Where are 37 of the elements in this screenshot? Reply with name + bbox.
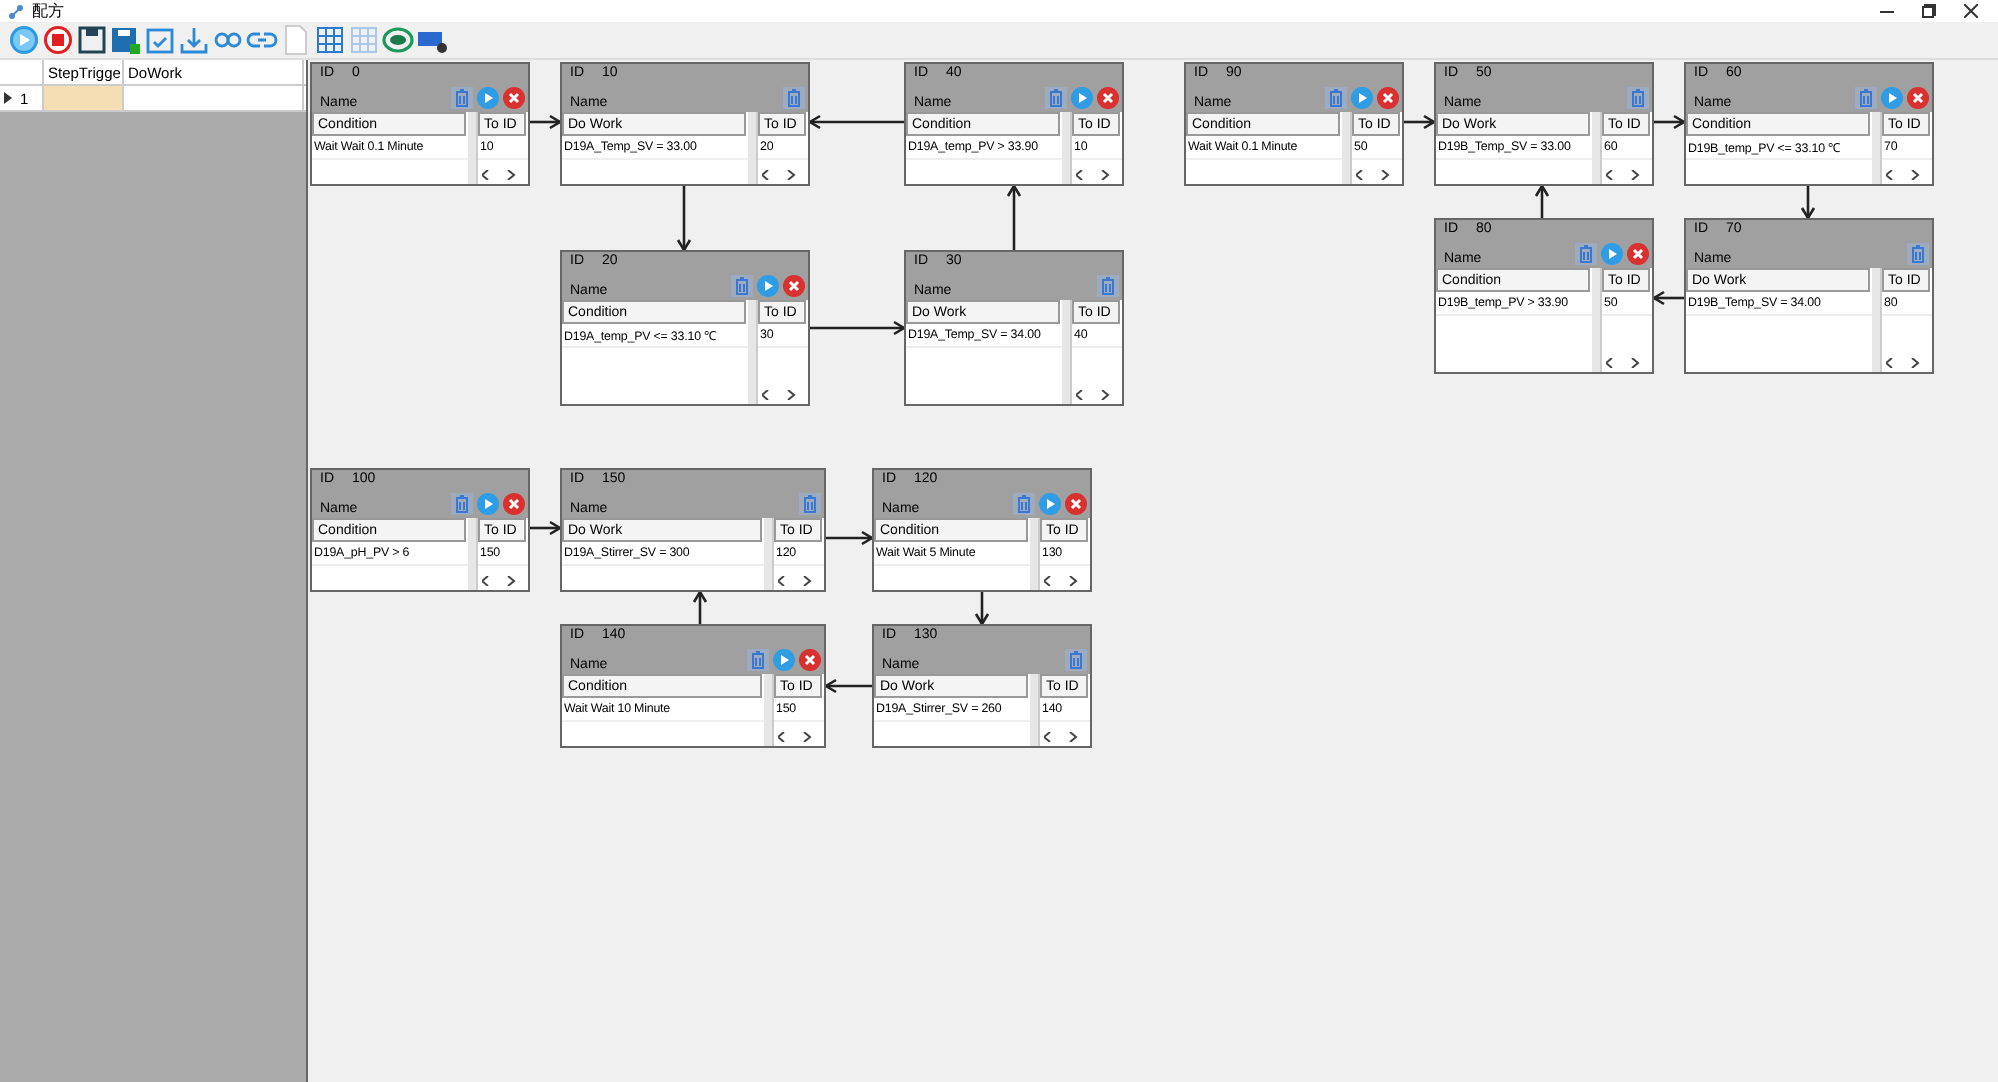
connector-arrow bbox=[1651, 290, 1684, 306]
connector-arrow bbox=[1404, 114, 1437, 130]
restore-icon[interactable] bbox=[1922, 4, 1936, 18]
ring-icon[interactable] bbox=[382, 24, 414, 56]
connector-arrow bbox=[530, 114, 563, 130]
connector-arrow bbox=[1006, 183, 1022, 250]
play-icon[interactable] bbox=[1880, 86, 1904, 110]
connector-arrow bbox=[676, 186, 692, 253]
save-as-icon[interactable] bbox=[110, 24, 142, 56]
play-icon[interactable] bbox=[1600, 242, 1624, 266]
play-icon[interactable] bbox=[1070, 86, 1094, 110]
download-icon[interactable] bbox=[178, 24, 210, 56]
connector-arrow bbox=[692, 589, 708, 624]
connector-arrow bbox=[823, 678, 872, 694]
connector-arrow bbox=[810, 320, 907, 336]
play-icon[interactable] bbox=[756, 274, 780, 298]
play-icon[interactable] bbox=[1038, 492, 1062, 516]
close-icon[interactable] bbox=[1964, 4, 1978, 18]
grid-icon[interactable] bbox=[314, 24, 346, 56]
connector-arrow bbox=[1654, 114, 1687, 130]
connector-arrow bbox=[826, 530, 875, 546]
app-icon bbox=[8, 3, 24, 19]
connector-arrow bbox=[807, 114, 904, 130]
window-title: 配方 bbox=[32, 0, 64, 22]
table-cell[interactable] bbox=[44, 86, 124, 110]
play-icon[interactable] bbox=[1350, 86, 1374, 110]
checklist-icon[interactable] bbox=[144, 24, 176, 56]
stop-icon[interactable] bbox=[42, 24, 74, 56]
connector-arrow bbox=[530, 520, 563, 536]
connector-arrow bbox=[1534, 183, 1550, 218]
play-icon[interactable] bbox=[476, 86, 500, 110]
play-icon[interactable] bbox=[772, 648, 796, 672]
save-icon[interactable] bbox=[76, 24, 108, 56]
play-icon[interactable] bbox=[8, 24, 40, 56]
connector-arrow bbox=[974, 592, 990, 627]
play-icon[interactable] bbox=[476, 492, 500, 516]
connector-arrow bbox=[1800, 186, 1816, 221]
